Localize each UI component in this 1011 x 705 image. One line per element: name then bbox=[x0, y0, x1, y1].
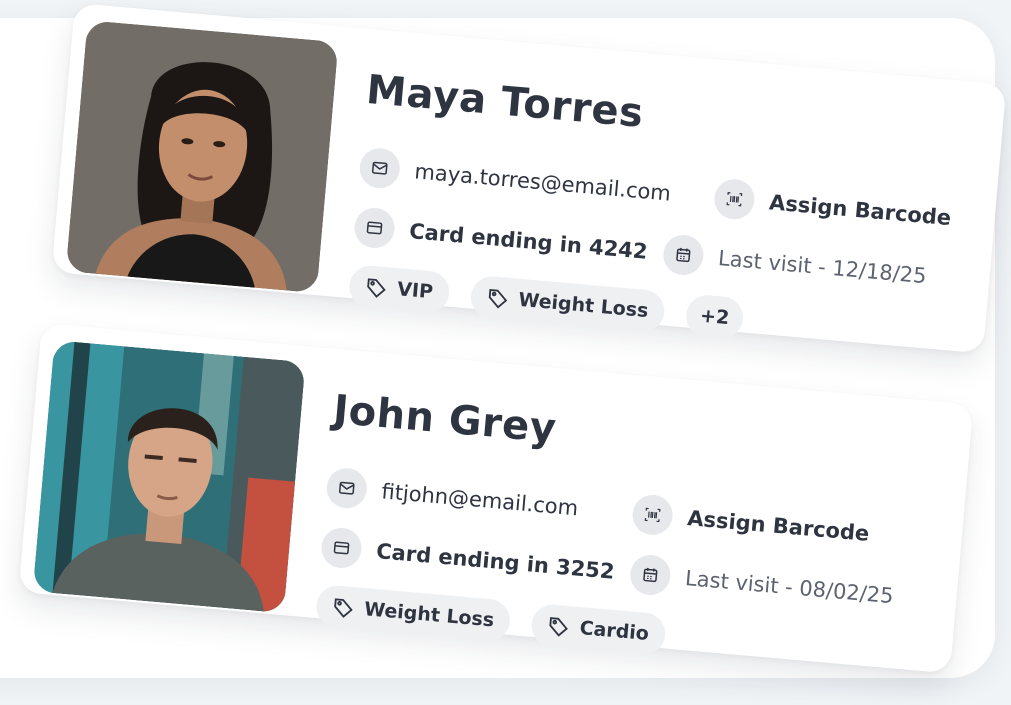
card-ending-text: Card ending in 4242 bbox=[408, 219, 649, 264]
credit-card-icon bbox=[352, 206, 397, 250]
calendar-icon bbox=[661, 233, 706, 277]
member-email[interactable]: fitjohn@email.com bbox=[325, 466, 580, 529]
member-last-visit: Last visit - 08/02/25 bbox=[628, 553, 895, 616]
email-text: fitjohn@email.com bbox=[380, 479, 580, 521]
barcode-icon bbox=[630, 493, 675, 537]
tag-icon bbox=[549, 617, 569, 637]
member-email[interactable]: maya.torres@email.com bbox=[358, 146, 672, 214]
member-name: Maya Torres bbox=[364, 66, 646, 137]
tag-chip[interactable]: VIP bbox=[347, 264, 451, 315]
assign-barcode-label: Assign Barcode bbox=[686, 506, 871, 546]
assign-barcode-button[interactable]: Assign Barcode bbox=[630, 493, 871, 554]
calendar-icon bbox=[628, 553, 673, 597]
member-last-visit: Last visit - 12/18/25 bbox=[661, 233, 928, 296]
tag-label: VIP bbox=[396, 278, 434, 304]
tag-label: Weight Loss bbox=[363, 598, 496, 632]
last-visit-text: Last visit - 12/18/25 bbox=[717, 246, 928, 289]
credit-card-icon bbox=[319, 526, 364, 570]
member-name: John Grey bbox=[331, 386, 559, 453]
assign-barcode-label: Assign Barcode bbox=[768, 190, 953, 231]
last-visit-text: Last visit - 08/02/25 bbox=[684, 566, 895, 609]
card-ending-text: Card ending in 3252 bbox=[375, 539, 616, 584]
mail-icon bbox=[325, 466, 369, 510]
mail-icon bbox=[358, 146, 402, 190]
member-photo bbox=[32, 340, 306, 614]
tag-icon bbox=[488, 288, 507, 309]
barcode-icon bbox=[712, 177, 757, 221]
email-text: maya.torres@email.com bbox=[413, 159, 672, 206]
tag-label: Cardio bbox=[578, 617, 650, 646]
member-card-info: Card ending in 4242 bbox=[352, 206, 649, 271]
more-tags-chip[interactable]: +2 bbox=[684, 293, 745, 341]
tag-icon bbox=[334, 598, 353, 618]
tag-icon bbox=[367, 278, 386, 298]
member-photo bbox=[65, 20, 339, 294]
stage: Maya Torres maya.torres@email.com Assign… bbox=[0, 0, 1011, 705]
member-card-info: Card ending in 3252 bbox=[319, 526, 616, 591]
tag-label: Weight Loss bbox=[517, 288, 650, 323]
assign-barcode-button[interactable]: Assign Barcode bbox=[712, 177, 953, 239]
